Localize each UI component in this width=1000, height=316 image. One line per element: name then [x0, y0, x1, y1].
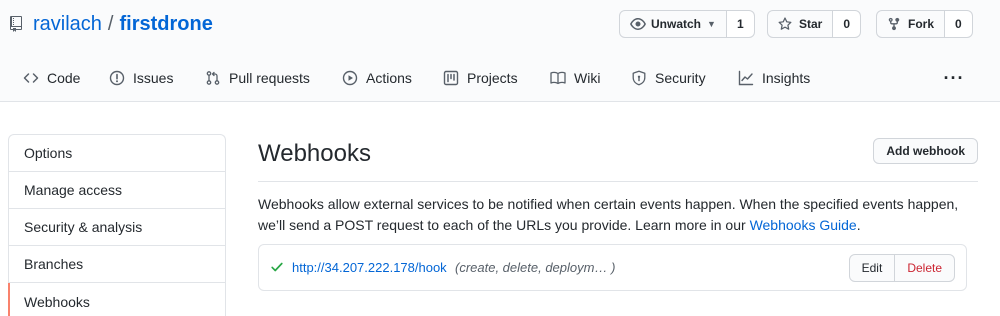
sidebar-item-security-analysis[interactable]: Security & analysis	[9, 209, 225, 246]
sidebar-item-options[interactable]: Options	[9, 135, 225, 172]
kebab-horizontal-icon: ···	[943, 67, 965, 88]
tab-issues-label: Issues	[133, 70, 174, 86]
fork-button[interactable]: Fork	[876, 10, 946, 38]
delete-webhook-button[interactable]: Delete	[895, 254, 955, 282]
webhooks-description: Webhooks allow external services to be n…	[258, 194, 978, 236]
stargazers-count[interactable]: 0	[833, 10, 862, 38]
fork-label: Fork	[908, 17, 935, 31]
repo-name-link[interactable]: firstdrone	[119, 13, 212, 36]
description-line-2: we’ll send a POST request to each of the…	[258, 217, 750, 233]
eye-icon	[630, 16, 646, 32]
tab-pull-requests[interactable]: Pull requests	[205, 58, 310, 98]
pull-request-icon	[205, 70, 221, 86]
webhook-url-link[interactable]: http://34.207.222.178/hook	[292, 260, 447, 275]
webhooks-guide-link[interactable]: Webhooks Guide	[750, 217, 857, 233]
description-end: .	[856, 217, 861, 233]
tab-projects-label: Projects	[467, 70, 518, 86]
unwatch-button[interactable]: Unwatch ▼	[619, 10, 727, 38]
description-line-1: Webhooks allow external services to be n…	[258, 196, 959, 212]
tab-wiki[interactable]: Wiki	[550, 58, 600, 98]
tab-actions[interactable]: Actions	[342, 58, 412, 98]
forks-count[interactable]: 0	[945, 10, 973, 38]
tab-insights[interactable]: Insights	[738, 58, 810, 98]
star-button[interactable]: Star	[767, 10, 834, 38]
book-icon	[550, 70, 566, 86]
star-label: Star	[799, 17, 823, 31]
settings-sidebar: Options Manage access Security & analysi…	[8, 134, 226, 316]
tab-pull-requests-label: Pull requests	[229, 70, 310, 86]
star-icon	[778, 16, 794, 32]
shield-icon	[631, 70, 647, 86]
sidebar-item-manage-access[interactable]: Manage access	[9, 172, 225, 209]
project-icon	[443, 70, 459, 86]
code-icon	[23, 70, 39, 86]
edit-webhook-button[interactable]: Edit	[848, 254, 896, 282]
tab-actions-label: Actions	[366, 70, 412, 86]
star-group: Star 0	[767, 10, 862, 38]
issue-icon	[109, 70, 125, 86]
sidebar-item-branches[interactable]: Branches	[9, 246, 225, 283]
play-icon	[342, 70, 358, 86]
fork-group: Fork 0	[876, 10, 973, 38]
tab-wiki-label: Wiki	[574, 70, 601, 86]
repo-header: ravilach / firstdrone Unwatch ▼ 1 Star 0…	[0, 0, 1000, 102]
tab-security[interactable]: Security	[631, 58, 706, 98]
repo-title: ravilach / firstdrone	[9, 12, 213, 36]
webhooks-header: Webhooks Add webhook	[258, 134, 978, 182]
repo-owner-link[interactable]: ravilach	[33, 13, 102, 36]
more-tabs-button[interactable]: ···	[944, 66, 964, 90]
watch-group: Unwatch ▼ 1	[619, 10, 755, 38]
check-icon	[270, 260, 284, 274]
repo-tabs: Code Issues Pull requests Actions Projec…	[0, 58, 1000, 102]
tab-code[interactable]: Code	[23, 58, 80, 98]
webhook-actions: Edit Delete	[848, 254, 955, 282]
tab-security-label: Security	[655, 70, 706, 86]
page-title: Webhooks	[258, 140, 371, 167]
chevron-down-icon: ▼	[707, 19, 716, 29]
add-webhook-button[interactable]: Add webhook	[873, 138, 978, 164]
graph-icon	[738, 70, 754, 86]
repo-icon	[9, 16, 25, 32]
tab-insights-label: Insights	[762, 70, 811, 86]
webhooks-panel: Webhooks Add webhook Webhooks allow exte…	[258, 134, 978, 291]
fork-icon	[887, 16, 903, 32]
watchers-count[interactable]: 1	[726, 10, 755, 38]
unwatch-label: Unwatch	[651, 17, 702, 31]
tab-code-label: Code	[47, 70, 81, 86]
tab-projects[interactable]: Projects	[443, 58, 518, 98]
sidebar-item-webhooks[interactable]: Webhooks	[8, 283, 225, 316]
webhook-item: http://34.207.222.178/hook (create, dele…	[258, 244, 967, 291]
tab-issues[interactable]: Issues	[109, 58, 173, 98]
repo-separator: /	[107, 12, 114, 35]
webhook-events: (create, delete, deploym… )	[455, 260, 616, 275]
